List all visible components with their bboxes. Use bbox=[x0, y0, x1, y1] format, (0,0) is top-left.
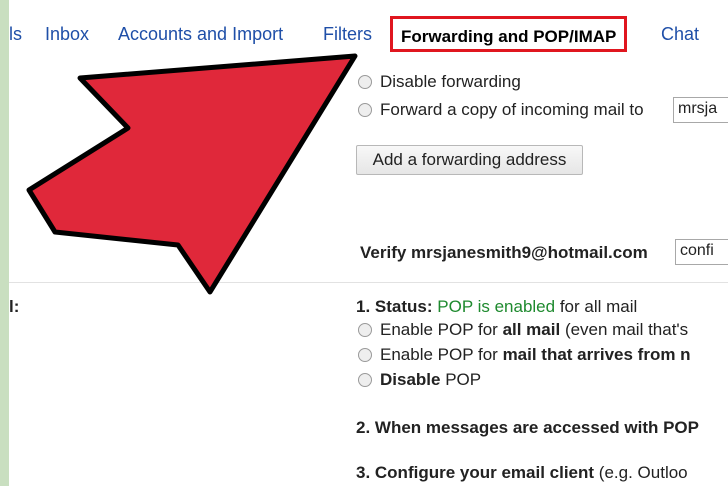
disable-forwarding-label: Disable forwarding bbox=[380, 72, 521, 91]
pop-status-value: POP is enabled bbox=[437, 297, 556, 316]
forward-address-select[interactable]: mrsja bbox=[673, 97, 728, 123]
verify-label: Verify mrsjanesmith9@hotmail.com bbox=[360, 243, 648, 262]
pop-option3-suffix: POP bbox=[445, 370, 482, 389]
verification-code-input[interactable]: confi bbox=[675, 239, 728, 265]
forward-copy-option[interactable]: Forward a copy of incoming mail to bbox=[358, 100, 644, 120]
pop-disable-option[interactable]: Disable POP bbox=[358, 370, 481, 390]
tab-accounts-and-import[interactable]: Accounts and Import bbox=[118, 24, 283, 45]
pop-option3-bold: Disable bbox=[380, 370, 441, 389]
settings-tab-bar: ls Inbox Accounts and Import Filters For… bbox=[9, 0, 728, 72]
pop-enable-all-option[interactable]: Enable POP for all mail (even mail that'… bbox=[358, 320, 688, 340]
disable-forwarding-radio[interactable] bbox=[358, 75, 372, 89]
pop-status: 1. Status: POP is enabled for all mail bbox=[356, 297, 637, 317]
disable-forwarding-option[interactable]: Disable forwarding bbox=[358, 72, 521, 92]
pop-step3-bold: 3. Configure your email client bbox=[356, 463, 595, 482]
settings-panel: ls Inbox Accounts and Import Filters For… bbox=[9, 0, 728, 486]
pop-enable-new-option[interactable]: Enable POP for mail that arrives from n bbox=[358, 345, 691, 365]
forward-copy-radio[interactable] bbox=[358, 103, 372, 117]
pop-option1-prefix: Enable POP for bbox=[380, 320, 498, 339]
pop-section-label: l: bbox=[9, 297, 20, 316]
pop-step3-suffix: (e.g. Outloo bbox=[598, 463, 688, 482]
pop-option2-prefix: Enable POP for bbox=[380, 345, 498, 364]
tab-chat[interactable]: Chat bbox=[661, 24, 699, 45]
pop-disable-radio[interactable] bbox=[358, 373, 372, 387]
pop-status-prefix: 1. Status: bbox=[356, 297, 433, 316]
tab-filters[interactable]: Filters bbox=[323, 24, 372, 45]
pop-option2-bold: mail that arrives from n bbox=[502, 345, 691, 364]
pop-option1-bold: all mail bbox=[502, 320, 561, 339]
pop-option1-suffix: (even mail that's bbox=[564, 320, 689, 339]
pop-step2-label: 2. When messages are accessed with POP bbox=[356, 418, 699, 437]
pop-step3: 3. Configure your email client (e.g. Out… bbox=[356, 463, 688, 483]
tab-forwarding-pop-imap[interactable]: Forwarding and POP/IMAP bbox=[390, 16, 628, 52]
forward-copy-label: Forward a copy of incoming mail to bbox=[380, 100, 644, 119]
pop-enable-all-radio[interactable] bbox=[358, 323, 372, 337]
pop-status-suffix: for all mail bbox=[559, 297, 638, 316]
tab-inbox[interactable]: Inbox bbox=[45, 24, 89, 45]
add-forwarding-address-button[interactable]: Add a forwarding address bbox=[356, 145, 583, 175]
section-divider bbox=[9, 282, 728, 283]
tab-labels[interactable]: ls bbox=[9, 24, 22, 45]
pop-enable-new-radio[interactable] bbox=[358, 348, 372, 362]
